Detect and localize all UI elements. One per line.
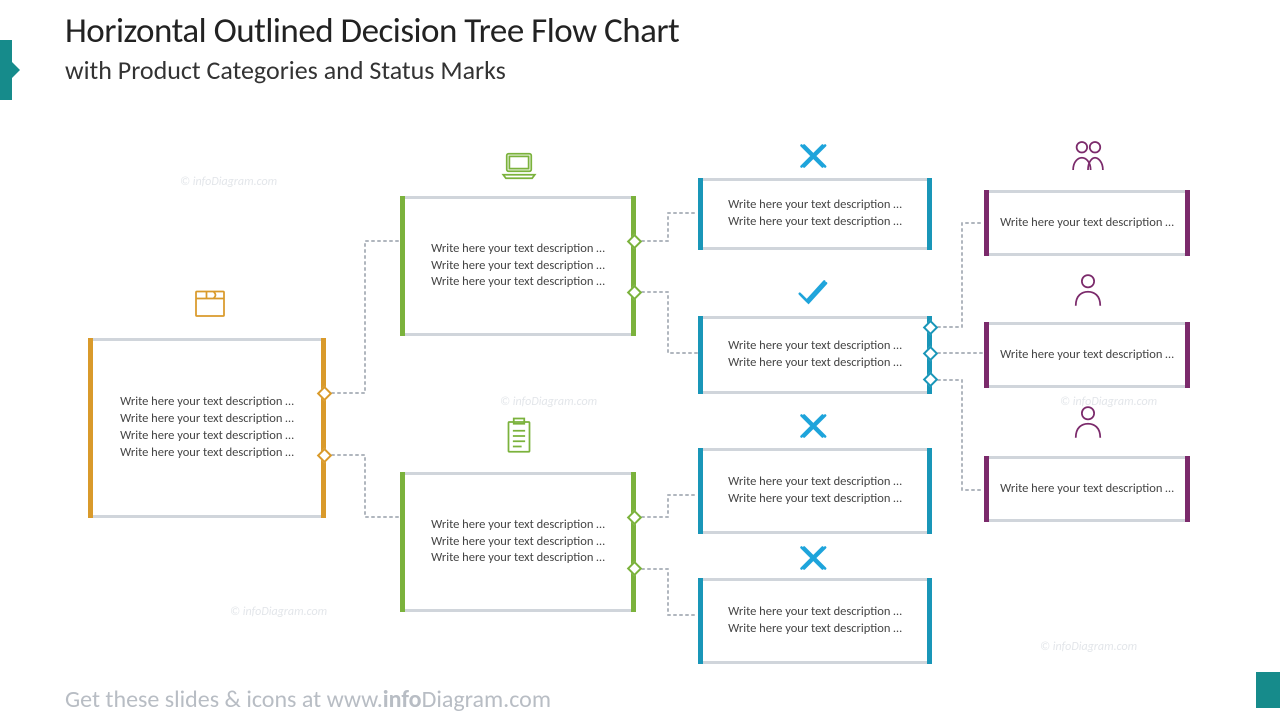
node-p1: Write here your text description … bbox=[984, 190, 1190, 256]
diagram-canvas: © infoDiagram.com © infoDiagram.com © in… bbox=[0, 0, 1280, 720]
box-icon bbox=[186, 278, 234, 326]
node-b2: Write here your text description … Write… bbox=[698, 578, 932, 664]
node-text: Write here your text description … bbox=[98, 411, 316, 428]
footer-pre: Get these slides & icons at www. bbox=[65, 685, 383, 714]
clipboard-icon bbox=[495, 412, 543, 460]
node-a1: Write here your text description … Write… bbox=[698, 178, 932, 250]
cross-icon bbox=[788, 534, 836, 582]
node-text: Write here your text description … bbox=[708, 355, 922, 372]
watermark: © infoDiagram.com bbox=[180, 175, 277, 189]
node-text: Write here your text description … bbox=[708, 214, 922, 231]
node-text: Write here your text description … bbox=[708, 604, 922, 621]
person-icon bbox=[1064, 398, 1112, 446]
footer-bold: info bbox=[383, 685, 422, 714]
node-text: Write here your text description … bbox=[410, 274, 626, 291]
node-text: Write here your text description … bbox=[994, 215, 1180, 232]
watermark: © infoDiagram.com bbox=[500, 395, 597, 409]
node-text: Write here your text description … bbox=[708, 474, 922, 491]
node-text: Write here your text description … bbox=[708, 197, 922, 214]
cross-icon bbox=[788, 132, 836, 180]
people-two-icon bbox=[1064, 132, 1112, 180]
node-b: Write here your text description … Write… bbox=[400, 472, 636, 612]
node-p2: Write here your text description … bbox=[984, 322, 1190, 388]
node-text: Write here your text description … bbox=[708, 338, 922, 355]
cross-icon bbox=[788, 402, 836, 450]
node-text: Write here your text description … bbox=[410, 258, 626, 275]
node-text: Write here your text description … bbox=[410, 241, 626, 258]
node-b1: Write here your text description … Write… bbox=[698, 448, 932, 534]
laptop-icon bbox=[495, 142, 543, 190]
check-icon bbox=[788, 268, 836, 316]
watermark: © infoDiagram.com bbox=[1040, 640, 1137, 654]
watermark: © infoDiagram.com bbox=[230, 605, 327, 619]
node-text: Write here your text description … bbox=[98, 428, 316, 445]
node-text: Write here your text description … bbox=[98, 445, 316, 462]
node-a: Write here your text description … Write… bbox=[400, 196, 636, 336]
footer-credit: Get these slides & icons at www.infoDiag… bbox=[65, 685, 551, 714]
node-text: Write here your text description … bbox=[708, 491, 922, 508]
node-text: Write here your text description … bbox=[410, 534, 626, 551]
node-text: Write here your text description … bbox=[708, 621, 922, 638]
node-text: Write here your text description … bbox=[410, 517, 626, 534]
node-a2: Write here your text description … Write… bbox=[698, 316, 932, 394]
node-root: Write here your text description … Write… bbox=[88, 338, 326, 518]
node-text: Write here your text description … bbox=[994, 481, 1180, 498]
node-text: Write here your text description … bbox=[994, 347, 1180, 364]
footer-rest: Diagram.com bbox=[422, 685, 551, 714]
node-text: Write here your text description … bbox=[410, 550, 626, 567]
node-text: Write here your text description … bbox=[98, 394, 316, 411]
node-p3: Write here your text description … bbox=[984, 456, 1190, 522]
person-icon bbox=[1064, 266, 1112, 314]
